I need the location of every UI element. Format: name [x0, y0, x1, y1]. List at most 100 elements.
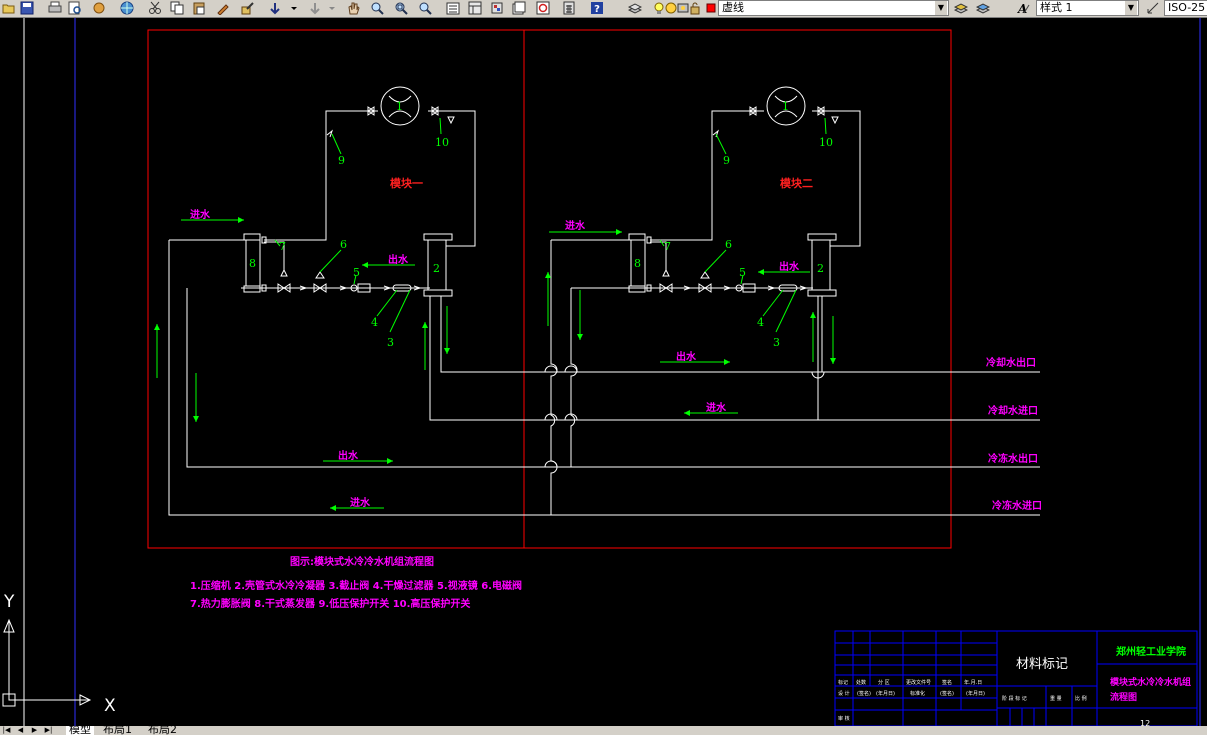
globe-icon[interactable] [120, 1, 134, 15]
label-n1-m2: 1 [782, 100, 789, 113]
label-out-4: 出水 [338, 449, 359, 462]
legend-line-1: 1.压缩机 2.壳管式水冷冷凝器 3.截止阀 4.干燥过滤器 5.视液镜 6.电… [190, 579, 522, 592]
label-cool-in: 冷却水进口 [988, 404, 1038, 417]
redo-icon[interactable] [308, 1, 322, 15]
label-chill-in: 冷冻水进口 [992, 499, 1042, 512]
svg-text:A: A [1017, 2, 1027, 15]
layer-lock-icon[interactable] [688, 1, 702, 15]
cell-sign: 签名 [942, 679, 952, 686]
module-2-title: 模块二 [780, 176, 813, 190]
publish-icon[interactable] [92, 1, 106, 15]
zoom-window-icon[interactable] [394, 1, 408, 15]
component-numbers: 1 2 3 4 5 6 7 8 9 10 1 2 3 4 5 6 7 8 9 1… [249, 100, 833, 349]
zoom-previous-icon[interactable] [418, 1, 432, 15]
properties-icon[interactable] [446, 1, 460, 15]
layer-previous-icon[interactable] [976, 1, 990, 15]
layer-manager-icon[interactable] [628, 1, 642, 15]
next-tab-icon[interactable]: ▶ [30, 726, 39, 735]
tab-layout2[interactable]: 布局2 [148, 726, 177, 735]
module-1-circuit [168, 110, 1040, 516]
tool-palettes-icon[interactable] [490, 1, 504, 15]
label-n1-m1: 1 [396, 100, 403, 113]
label-n6-m1: 6 [340, 238, 347, 251]
help-icon[interactable]: ? [590, 1, 604, 15]
label-in-3: 进水 [706, 401, 727, 414]
ucs-icon [2, 618, 92, 707]
cell-ymd1: (年月日) [876, 690, 895, 697]
cell-doc: 更改文件号 [906, 679, 931, 686]
label-in-1: 进水 [190, 208, 211, 221]
redo-dropdown-icon[interactable] [328, 1, 336, 15]
layer-color-icon[interactable] [704, 1, 718, 15]
material-label: 材料标记 [1016, 657, 1068, 672]
caption-legend: 图示:模块式水冷冷水机组流程图 1.压缩机 2.壳管式水冷冷凝器 3.截止阀 4… [190, 555, 522, 610]
figure-caption: 图示:模块式水冷冷水机组流程图 [290, 555, 434, 568]
cut-icon[interactable] [148, 1, 162, 15]
drawing-canvas[interactable]: 1 2 3 4 5 6 7 8 9 10 1 2 3 4 5 6 7 8 9 1… [0, 18, 1207, 726]
prev-tab-icon[interactable]: ◀ [16, 726, 25, 735]
undo-dropdown-icon[interactable] [290, 1, 298, 15]
cell-weight: 重 量 [1050, 695, 1062, 702]
ucs-y-label: Y [3, 592, 15, 612]
cell-sig2: (签名) [940, 690, 954, 697]
label-n10-m1: 10 [435, 136, 449, 149]
tab-layout1[interactable]: 布局1 [103, 726, 132, 735]
label-n10-m2: 10 [819, 136, 833, 149]
cell-scale: 比 例 [1075, 695, 1087, 702]
chevron-down-icon: ▼ [935, 1, 947, 15]
label-chill-out: 冷冻水出口 [988, 452, 1038, 465]
text-style-icon[interactable]: A [1016, 1, 1030, 15]
red-frame [147, 29, 952, 549]
school-name: 郑州轻工业学院 [1116, 645, 1186, 658]
label-n7-m2: 7 [664, 240, 671, 253]
cell-sig1: (签名) [857, 690, 871, 697]
label-n4-m1: 4 [371, 316, 378, 329]
label-n3-m2: 3 [773, 336, 780, 349]
legend-line-2: 7.热力膨胀阀 8.干式蒸发器 9.低压保护开关 10.高压保护开关 [190, 597, 470, 610]
print-icon[interactable] [48, 1, 62, 15]
make-layer-current-icon[interactable] [954, 1, 968, 15]
calculator-icon[interactable] [562, 1, 576, 15]
cell-design: 设 计 [838, 690, 850, 697]
label-n8-m2: 8 [634, 257, 641, 270]
crossover-lines [544, 365, 825, 468]
cell-count: 处数 [856, 679, 866, 686]
module-2-components [628, 86, 839, 297]
copy-icon[interactable] [170, 1, 184, 15]
label-in-2: 进水 [565, 219, 586, 232]
ucs-x-label: X [104, 696, 116, 716]
label-n9-m2: 9 [723, 154, 730, 167]
text-style-value: 样式 1 [1040, 1, 1073, 14]
drawing-name-2: 流程图 [1110, 691, 1137, 703]
zoom-realtime-icon[interactable] [370, 1, 384, 15]
paste-icon[interactable] [192, 1, 206, 15]
module-2-circuit [550, 110, 861, 515]
save-icon[interactable] [20, 1, 34, 15]
standard-toolbar: ? 虚线 ▼ A 样式 1 ▼ ISO-25 [0, 0, 1207, 18]
label-in-4: 进水 [350, 496, 371, 509]
first-tab-icon[interactable]: |◀ [2, 726, 11, 735]
text-style-dropdown[interactable]: 样式 1 ▼ [1036, 0, 1139, 16]
match-properties-icon[interactable] [216, 1, 230, 15]
markup-icon[interactable] [536, 1, 550, 15]
last-tab-icon[interactable]: ▶| [44, 726, 53, 735]
pan-icon[interactable] [346, 1, 360, 15]
open-icon[interactable] [2, 1, 16, 15]
tab-model[interactable]: 模型 [66, 726, 94, 735]
label-n2-m2: 2 [817, 262, 824, 275]
block-editor-icon[interactable] [240, 1, 254, 15]
layout-tabs-bar: |◀ ◀ ▶ ▶| 模型 布局1 布局2 [0, 726, 1207, 735]
sheet-set-icon[interactable] [512, 1, 526, 15]
label-n2-m1: 2 [433, 262, 440, 275]
plot-preview-icon[interactable] [68, 1, 82, 15]
flow-arrows [154, 217, 836, 511]
drawing-name-1: 模块式水冷冷水机组 [1110, 676, 1191, 688]
label-n3-m1: 3 [387, 336, 394, 349]
label-out-2: 出水 [779, 260, 800, 273]
dimension-style-dropdown[interactable]: ISO-25 [1164, 0, 1207, 16]
cell-ymd2: (年月日) [966, 690, 985, 697]
dimension-style-icon[interactable] [1146, 1, 1160, 15]
undo-icon[interactable] [268, 1, 282, 15]
layer-dropdown[interactable]: 虚线 ▼ [718, 0, 949, 16]
design-center-icon[interactable] [468, 1, 482, 15]
